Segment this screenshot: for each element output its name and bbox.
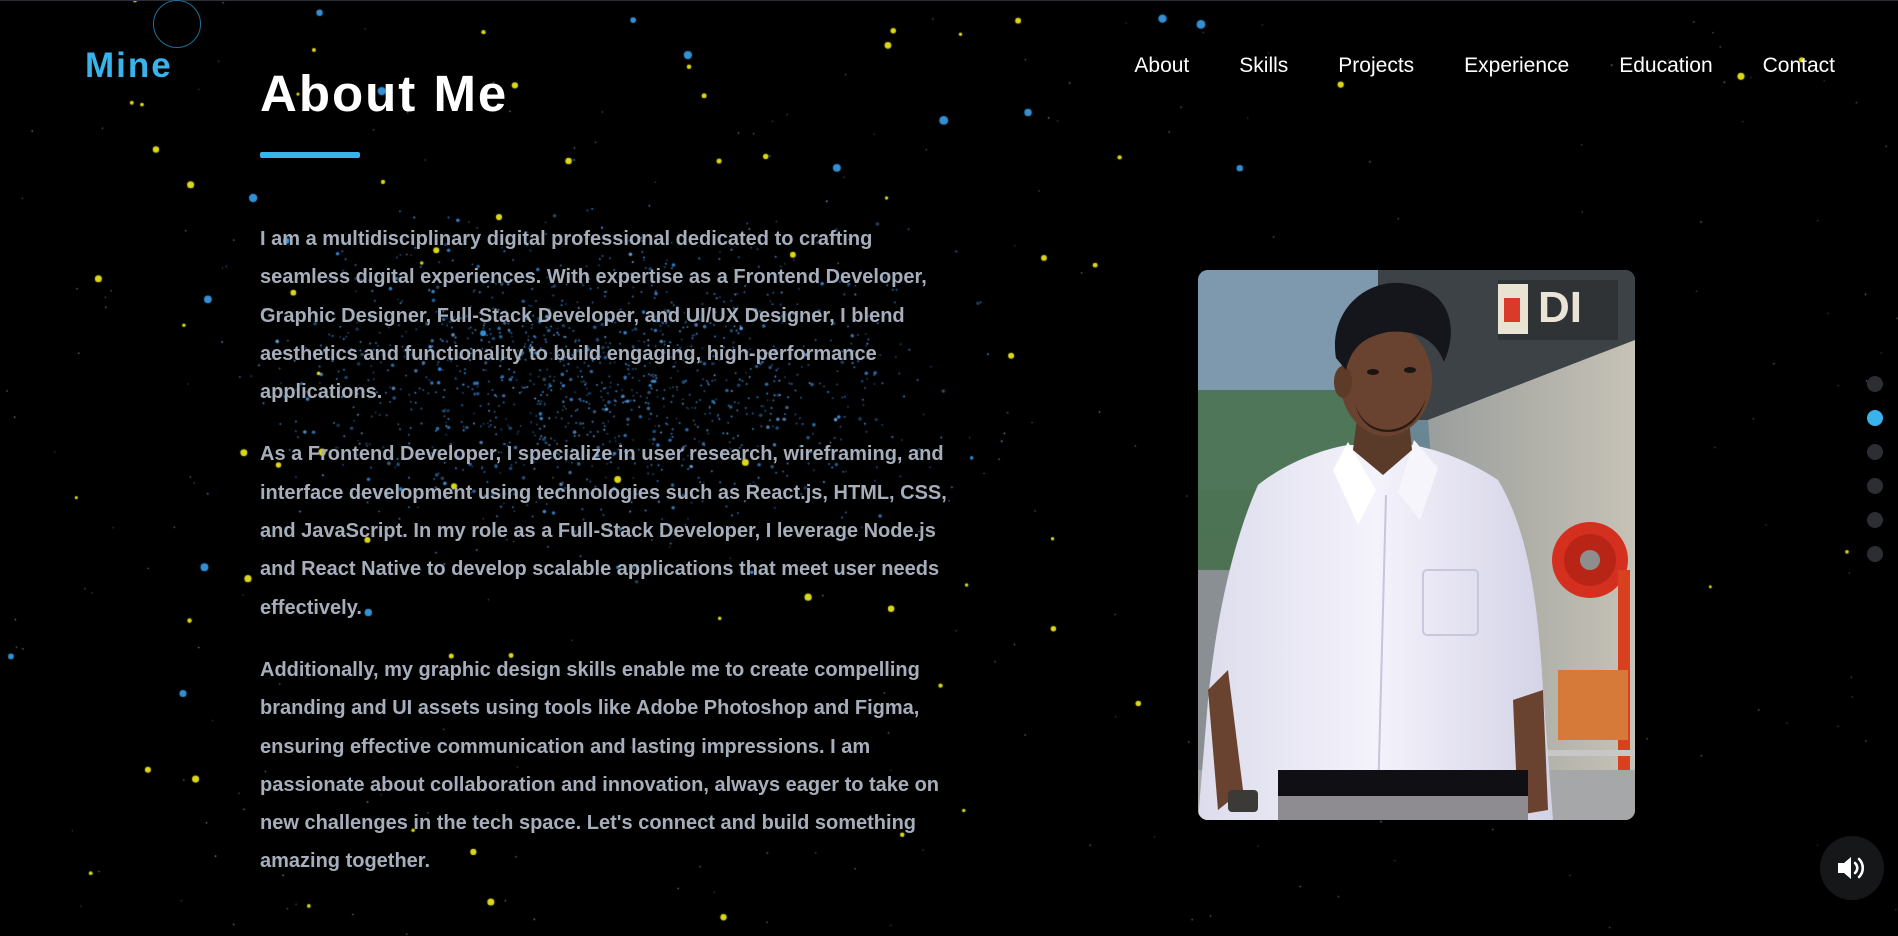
nav-contact[interactable]: Contact [1763, 54, 1835, 78]
speaker-volume-icon [1838, 857, 1865, 879]
section-dot-3[interactable] [1867, 444, 1883, 460]
section-dot-2-active[interactable] [1867, 410, 1883, 426]
nav-skills[interactable]: Skills [1239, 54, 1288, 78]
section-indicator [1867, 376, 1883, 562]
top-border [0, 0, 1898, 1]
about-section: Mine About Skills Projects Experience Ed… [0, 0, 1898, 936]
section-dot-4[interactable] [1867, 478, 1883, 494]
about-paragraph-3: Additionally, my graphic design skills e… [260, 658, 940, 873]
main-nav: About Skills Projects Experience Educati… [1134, 54, 1835, 78]
section-title: About Me [260, 65, 509, 122]
svg-text:DI: DI [1538, 283, 1582, 332]
profile-photo: DI [1198, 270, 1635, 820]
about-paragraph-2: As a Frontend Developer, I specialize in… [260, 443, 947, 619]
section-dot-1[interactable] [1867, 376, 1883, 392]
nav-education[interactable]: Education [1619, 54, 1712, 78]
about-text: I am a multidisciplinary digital profess… [260, 220, 960, 905]
nav-projects[interactable]: Projects [1338, 54, 1414, 78]
logo[interactable]: Mine [85, 46, 173, 86]
title-underline [260, 152, 360, 158]
cursor-follower-ring [153, 0, 201, 48]
sound-toggle-button[interactable] [1820, 836, 1884, 900]
nav-experience[interactable]: Experience [1464, 54, 1569, 78]
section-dot-5[interactable] [1867, 512, 1883, 528]
section-dot-6[interactable] [1867, 546, 1883, 562]
about-paragraph-1: I am a multidisciplinary digital profess… [260, 228, 927, 404]
nav-about[interactable]: About [1134, 54, 1189, 78]
